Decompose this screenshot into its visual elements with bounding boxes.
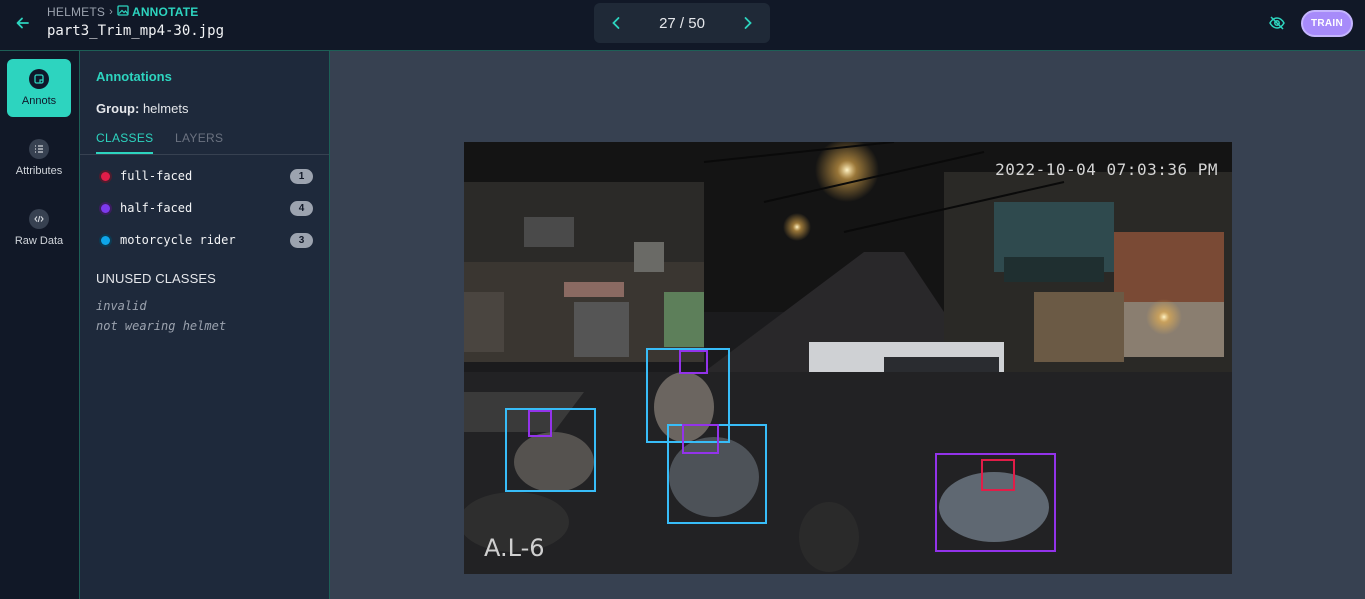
bbox-half-faced[interactable]	[528, 410, 552, 437]
breadcrumb-current-label: ANNOTATE	[131, 5, 199, 19]
class-color-dot	[101, 235, 110, 245]
next-image-button[interactable]	[740, 15, 756, 31]
annotation-canvas[interactable]: 2022-10-04 07:03:36 PM A.L-6	[330, 51, 1365, 599]
bbox-half-faced[interactable]	[679, 350, 708, 374]
tool-rail: Annots Attributes Raw Data	[0, 51, 80, 599]
image-pager: 27 / 50	[594, 3, 770, 43]
rail-item-label: Annots	[21, 95, 57, 107]
rail-item-label: Raw Data	[14, 235, 64, 247]
street-scene-illustration	[464, 142, 1232, 574]
class-item-half-faced[interactable]: half-faced 4	[96, 198, 313, 218]
class-color-dot	[101, 171, 110, 181]
bbox-full-faced[interactable]	[981, 459, 1015, 491]
class-count-badge: 3	[290, 232, 313, 248]
class-name: motorcycle rider	[120, 233, 236, 247]
rail-item-attributes[interactable]: Attributes	[7, 129, 71, 187]
class-color-dot	[101, 203, 110, 213]
tab-classes[interactable]: CLASSES	[96, 131, 154, 154]
unused-classes-title: UNUSED CLASSES	[96, 271, 216, 286]
group-value: helmets	[142, 101, 189, 116]
hide-eye-icon[interactable]	[1268, 14, 1286, 32]
page-counter: 27 / 50	[659, 14, 705, 32]
class-count-badge: 1	[290, 168, 313, 184]
code-icon	[29, 209, 49, 229]
breadcrumb-current: ANNOTATE	[117, 5, 198, 19]
top-bar: HELMETS › ANNOTATE part3_Trim_mp4-30.jpg…	[0, 0, 1365, 51]
camera-label: A.L-6	[484, 534, 545, 562]
panel-title: Annotations	[96, 69, 172, 84]
unused-class-not-wearing-helmet[interactable]: not wearing helmet	[96, 319, 226, 333]
class-name: half-faced	[120, 201, 193, 215]
class-item-full-faced[interactable]: full-faced 1	[96, 166, 313, 186]
annotation-icon	[29, 69, 49, 89]
rail-item-raw-data[interactable]: Raw Data	[7, 199, 71, 257]
train-button[interactable]: TRAIN	[1301, 10, 1353, 37]
bbox-half-faced[interactable]	[682, 424, 719, 454]
rail-item-annots[interactable]: Annots	[7, 59, 71, 117]
list-icon	[29, 139, 49, 159]
breadcrumb: HELMETS › ANNOTATE	[47, 5, 198, 19]
chevron-right-icon: ›	[109, 6, 113, 18]
previous-image-button[interactable]	[608, 15, 624, 31]
rail-item-label: Attributes	[15, 165, 63, 177]
annotations-panel: Annotations Group: helmets CLASSES LAYER…	[80, 51, 330, 599]
class-count-badge: 4	[290, 200, 313, 216]
unused-class-invalid[interactable]: invalid	[96, 299, 147, 313]
breadcrumb-root[interactable]: HELMETS	[47, 5, 105, 19]
class-name: full-faced	[120, 169, 193, 183]
chevron-right-icon	[744, 17, 752, 29]
back-arrow-icon[interactable]	[14, 14, 32, 32]
chevron-left-icon	[612, 17, 620, 29]
class-item-motorcycle-rider[interactable]: motorcycle rider 3	[96, 230, 313, 250]
image-timestamp: 2022-10-04 07:03:36 PM	[995, 160, 1218, 179]
file-name: part3_Trim_mp4-30.jpg	[47, 23, 225, 39]
group-info: Group: helmets	[96, 101, 188, 116]
annotated-image[interactable]: 2022-10-04 07:03:36 PM A.L-6	[464, 142, 1232, 574]
image-annotate-icon	[117, 5, 129, 19]
group-label: Group:	[96, 101, 140, 116]
panel-tabs: CLASSES LAYERS	[80, 129, 329, 155]
tab-layers[interactable]: LAYERS	[175, 131, 223, 145]
